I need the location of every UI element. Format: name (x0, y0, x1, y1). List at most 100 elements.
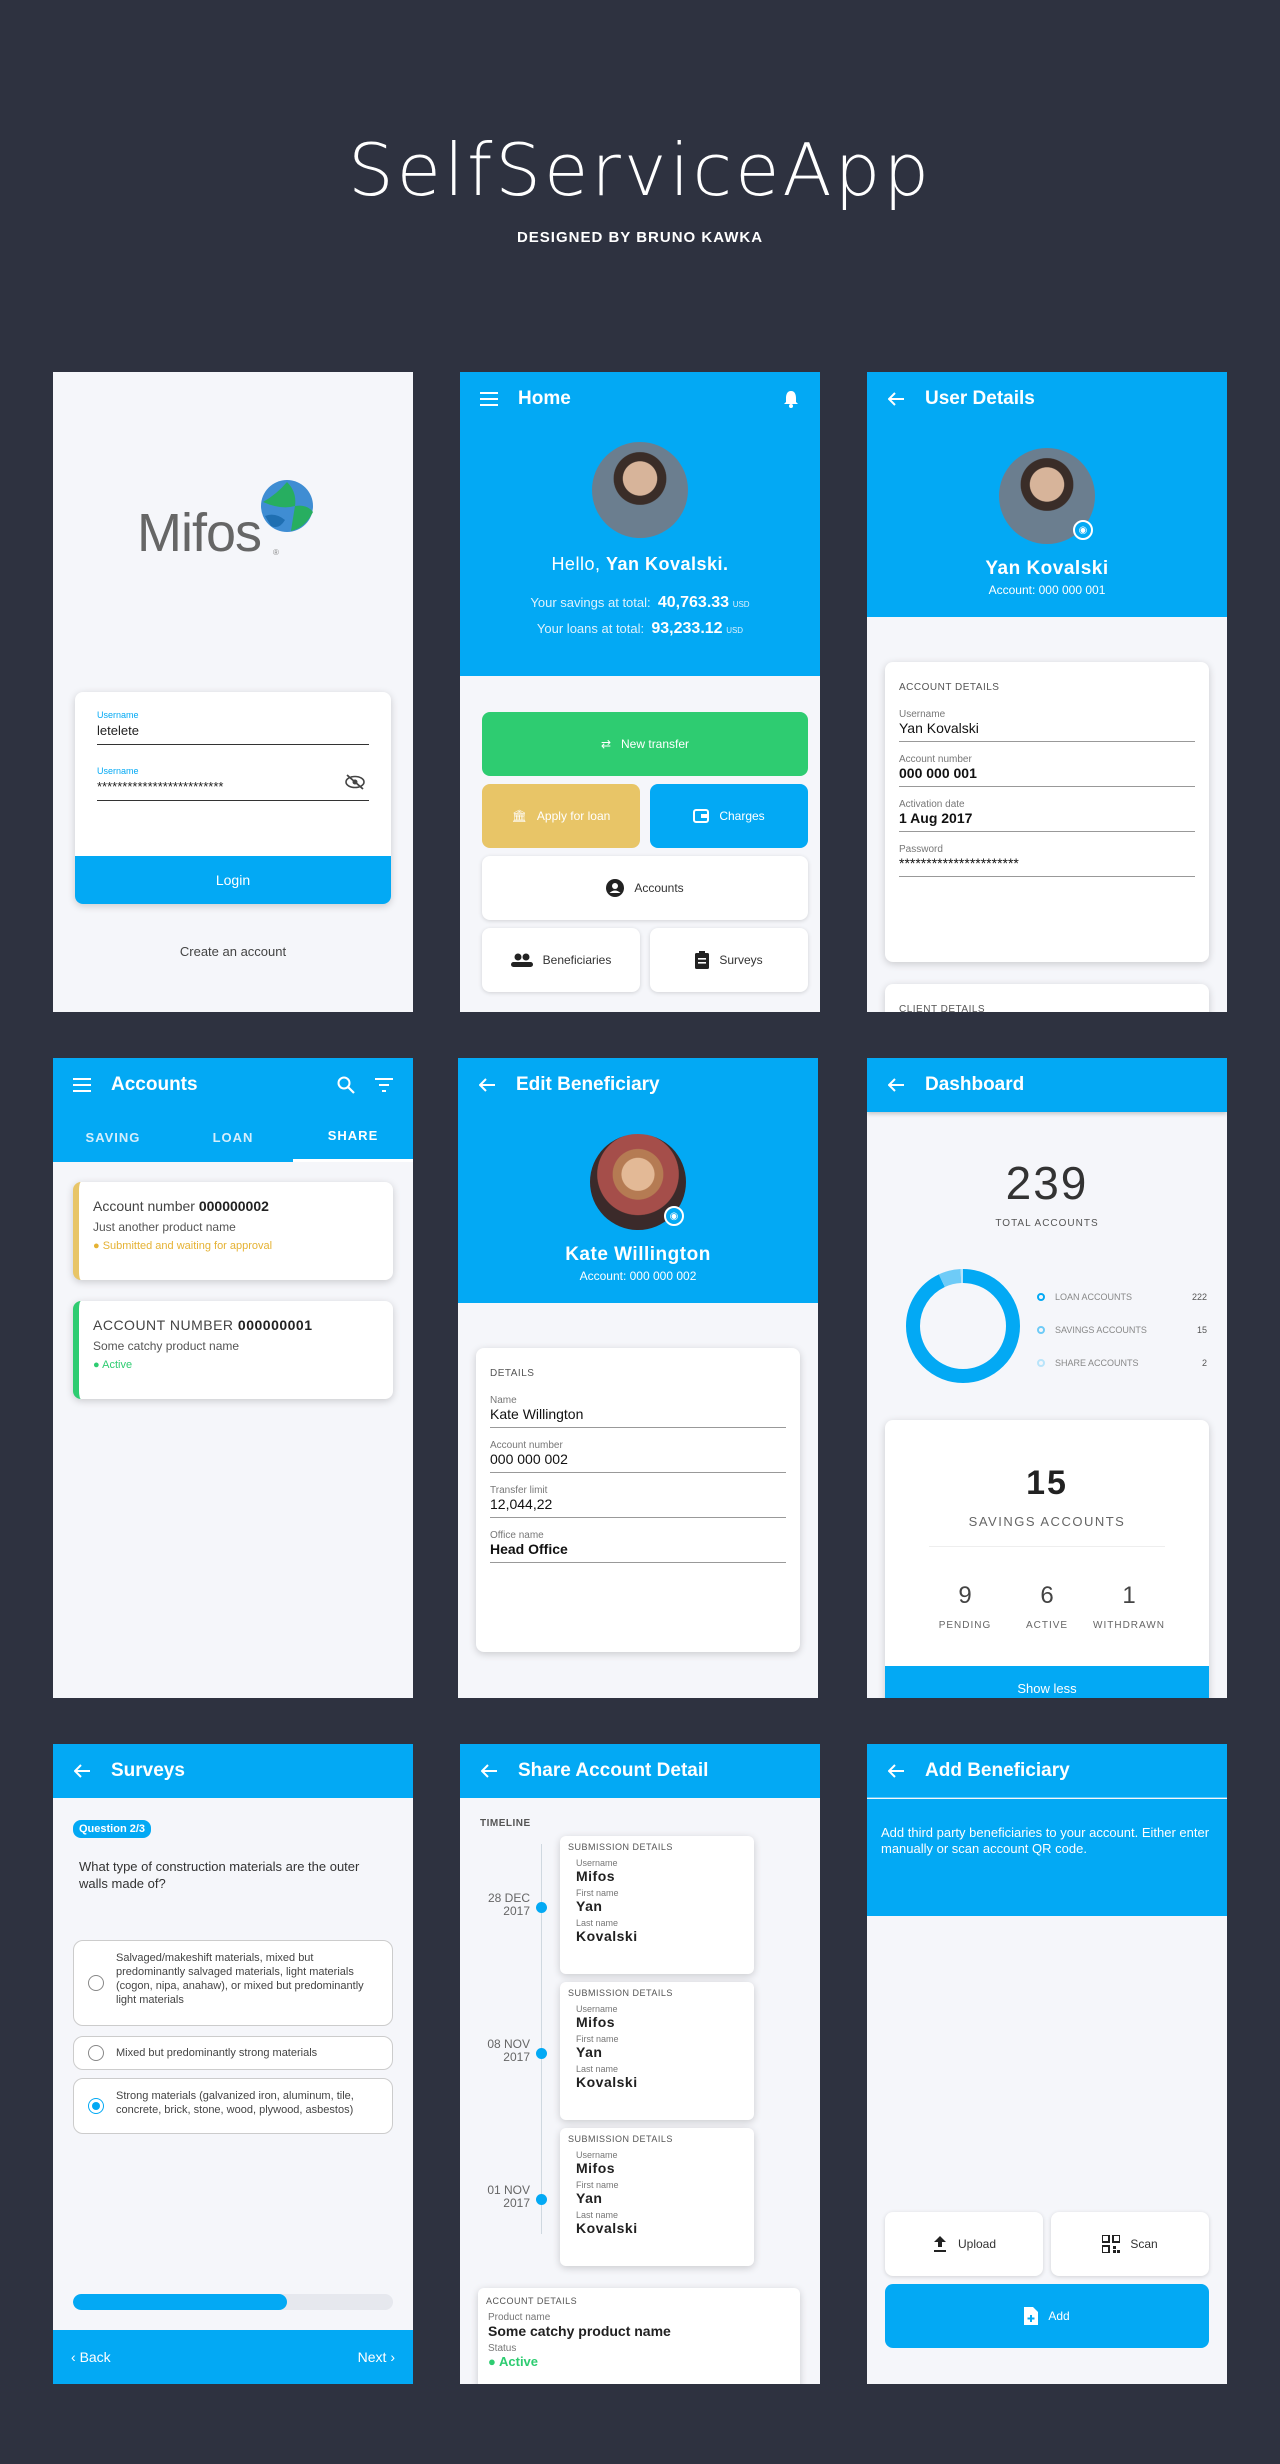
scan-button[interactable]: Scan (1051, 2212, 1209, 2276)
accounts-title: Accounts (111, 1074, 198, 1095)
radio-checked-icon[interactable] (88, 2098, 104, 2114)
clipboard-icon (695, 951, 710, 969)
legend-value: 2 (1201, 1357, 1207, 1368)
filter-icon[interactable] (371, 1072, 397, 1098)
app-subtitle: DESIGNED BY BRUNO KAWKA (516, 229, 764, 246)
visibility-off-icon[interactable] (345, 774, 365, 790)
status-dot-icon: ● (93, 1359, 100, 1371)
back-arrow-icon[interactable] (474, 1072, 500, 1098)
menu-icon[interactable] (69, 1072, 95, 1098)
search-icon[interactable] (333, 1072, 359, 1098)
username-field[interactable]: Yan Kovalski (899, 720, 1195, 742)
legend-value: 222 (1191, 1291, 1207, 1302)
accounts-label: Accounts (634, 881, 684, 895)
show-less-button[interactable]: Show less (885, 1666, 1209, 1698)
edit-beneficiary-screen: Edit Beneficiary ◉ Kate Willington Accou… (458, 1058, 818, 1698)
beneficiaries-label: Beneficiaries (542, 953, 612, 967)
field-label: Account number (899, 754, 972, 765)
back-arrow-icon[interactable] (883, 1758, 909, 1784)
office-name-field[interactable]: Head Office (490, 1541, 786, 1563)
donut-loan-segment (906, 1269, 1020, 1383)
info-banner: Add third party beneficiaries to your ac… (867, 1799, 1227, 1916)
savings-label: Your savings at total: (530, 595, 651, 610)
account-card[interactable]: Account number 000000002 Just another pr… (73, 1182, 393, 1280)
dashboard-title: Dashboard (925, 1074, 1025, 1095)
accounts-screen: Accounts SAVING LOAN SHARE Account numbe… (53, 1058, 413, 1698)
charges-button[interactable]: Charges (650, 784, 808, 848)
home-title: Home (518, 388, 571, 409)
submission-card[interactable]: SUBMISSION DETAILS Username Mifos First … (560, 1982, 754, 2120)
back-arrow-icon[interactable] (883, 386, 909, 412)
timeline-date: 28 DEC 2017 (468, 1892, 530, 1918)
add-beneficiary-screen: Add Beneficiary Add third party benefici… (867, 1744, 1227, 2384)
create-account-link[interactable]: Create an account (53, 944, 413, 959)
submission-card[interactable]: SUBMISSION DETAILS Username Mifos First … (560, 1836, 754, 1974)
upload-button[interactable]: Upload (885, 2212, 1043, 2276)
account-details-heading: ACCOUNT DETAILS (486, 2296, 578, 2306)
password-field[interactable]: ********************** (899, 855, 1195, 877)
tab-share[interactable]: SHARE (293, 1112, 413, 1162)
add-button[interactable]: Add (885, 2284, 1209, 2348)
back-button[interactable]: ‹ Back (71, 2349, 111, 2365)
timeline-dot-icon (536, 2194, 547, 2205)
last-name-value: Kovalski (576, 1928, 638, 1944)
user-details-title: User Details (925, 388, 1035, 409)
timeline-entry: 08 NOV 2017 SUBMISSION DETAILS Username M… (460, 1982, 820, 2122)
details-heading: DETAILS (490, 1368, 535, 1379)
back-arrow-icon[interactable] (476, 1758, 502, 1784)
total-accounts-label: TOTAL ACCOUNTS (995, 1218, 1099, 1229)
add-label: Add (1048, 2309, 1070, 2323)
next-button[interactable]: Next › (358, 2349, 395, 2365)
radio-unchecked-icon[interactable] (88, 1975, 104, 1991)
field-label: Office name (490, 1530, 544, 1541)
transfer-limit-field[interactable]: 12,044,22 (490, 1496, 786, 1518)
surveys-button[interactable]: Surveys (650, 928, 808, 992)
stat-active-label: ACTIVE (1025, 1620, 1069, 1631)
menu-icon[interactable] (476, 386, 502, 412)
app-title: SelfServiceApp (347, 128, 933, 212)
beneficiaries-button[interactable]: Beneficiaries (482, 928, 640, 992)
account-number-field[interactable]: 000 000 002 (490, 1451, 786, 1473)
account-number-field[interactable]: 000 000 001 (899, 765, 1195, 787)
submission-heading: SUBMISSION DETAILS (568, 1842, 673, 1852)
back-arrow-icon[interactable] (69, 1758, 95, 1784)
new-transfer-button[interactable]: ⇄ New transfer (482, 712, 808, 776)
client-details-card: CLIENT DETAILS (885, 984, 1209, 1012)
password-input[interactable]: ************************* (97, 776, 369, 801)
survey-progress-bar (73, 2294, 393, 2310)
user-name: Yan Kovalski (985, 558, 1109, 579)
survey-option[interactable]: Mixed but predominantly strong materials (73, 2036, 393, 2070)
login-button[interactable]: Login (75, 856, 391, 904)
camera-icon[interactable]: ◉ (664, 1206, 684, 1226)
back-label: Back (79, 2349, 111, 2365)
timeline-date-year: 2017 (503, 2050, 530, 2064)
client-details-heading: CLIENT DETAILS (899, 1004, 986, 1012)
account-card[interactable]: ACCOUNT NUMBER 000000001 Some catchy pro… (73, 1301, 393, 1399)
logo-text: Mifos (137, 503, 262, 563)
share-account-detail-screen: Share Account Detail TIMELINE 28 DEC 2017… (460, 1744, 820, 2384)
back-arrow-icon[interactable] (883, 1072, 909, 1098)
apply-loan-button[interactable]: 🏛 Apply for loan (482, 784, 640, 848)
survey-option-selected[interactable]: Strong materials (galvanized iron, alumi… (73, 2078, 393, 2134)
field-label: First name (576, 2034, 619, 2044)
radio-unchecked-icon[interactable] (88, 2045, 104, 2061)
share-detail-title: Share Account Detail (518, 1760, 709, 1781)
survey-option[interactable]: Salvaged/makeshift materials, mixed but … (73, 1940, 393, 2026)
accounts-donut-chart (906, 1269, 1020, 1383)
tab-saving[interactable]: SAVING (53, 1112, 173, 1162)
savings-count: 15 (1026, 1464, 1068, 1502)
tab-loan[interactable]: LOAN (173, 1112, 293, 1162)
camera-icon[interactable]: ◉ (1073, 520, 1093, 540)
legend-label: SHARE ACCOUNTS (1055, 1357, 1139, 1368)
accounts-button[interactable]: Accounts (482, 856, 808, 920)
field-label: Status (488, 2343, 517, 2354)
activation-date-field[interactable]: 1 Aug 2017 (899, 810, 1195, 832)
user-account: Account: 000 000 001 (988, 583, 1106, 597)
survey-footer: ‹ Back Next › (53, 2330, 413, 2384)
name-field[interactable]: Kate Willington (490, 1406, 786, 1428)
notification-bell-icon[interactable] (778, 386, 804, 412)
username-input[interactable]: letelete (97, 720, 369, 745)
first-name-value: Yan (576, 1898, 603, 1914)
submission-card[interactable]: SUBMISSION DETAILS Username Mifos First … (560, 2128, 754, 2266)
field-label: Last name (576, 1918, 619, 1928)
